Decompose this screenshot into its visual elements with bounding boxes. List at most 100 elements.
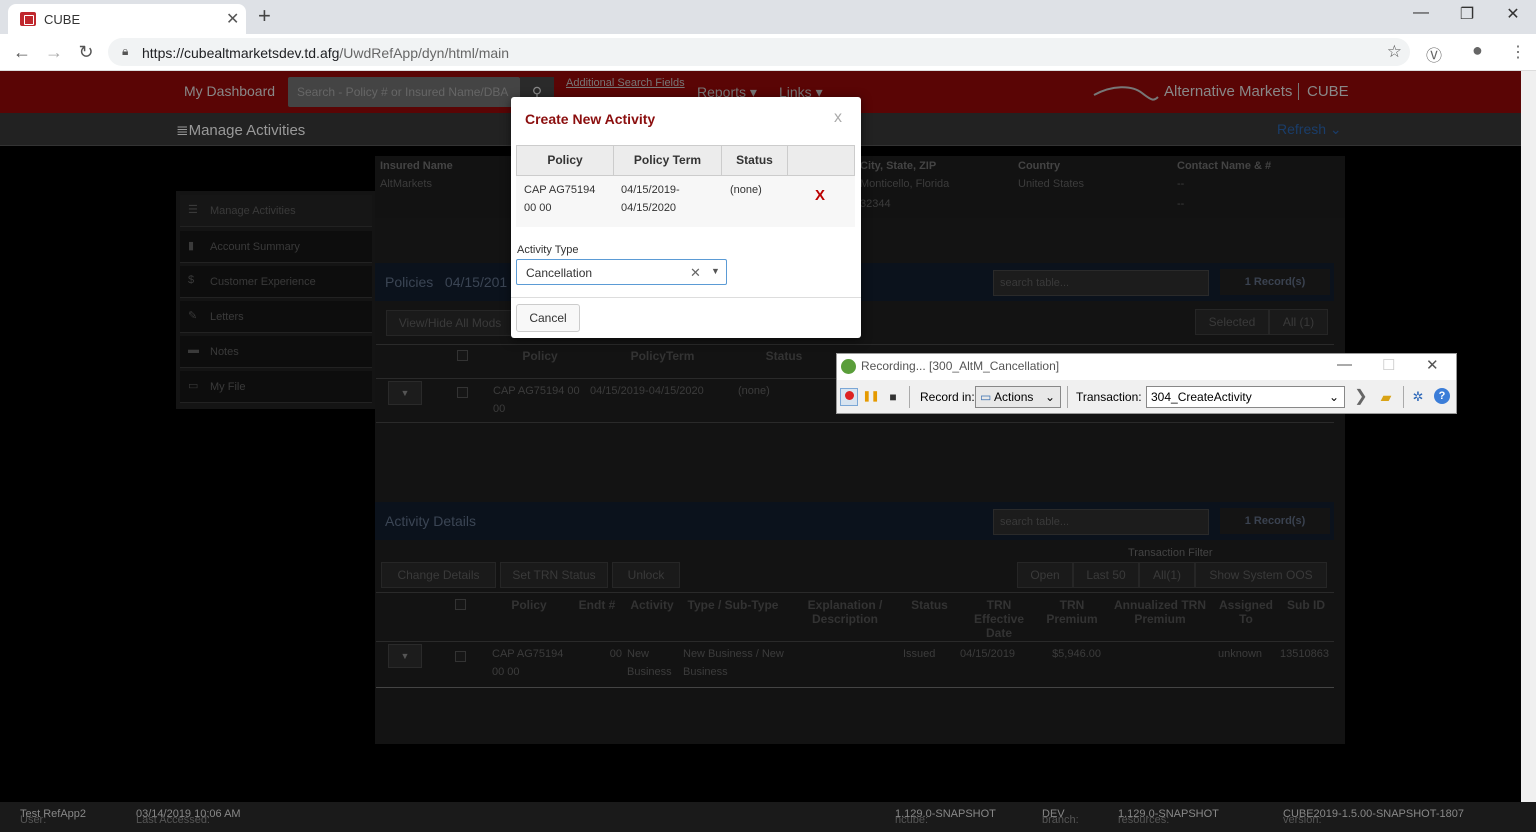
cube-favicon-icon (20, 12, 36, 26)
reload-icon[interactable]: ↻ (74, 42, 98, 63)
show-system-oos-button[interactable]: Show System OOS (1195, 562, 1327, 588)
bookmark-star-icon[interactable]: ☆ (1387, 42, 1402, 62)
sidebar-item-manage-activities[interactable]: ☰ Manage Activities (180, 195, 372, 227)
ncube-version: ncube: 1.129.0-SNAPSHOT (895, 808, 996, 826)
document-icon: ▮ (188, 240, 195, 252)
open-folder-icon[interactable]: ▰ (1377, 388, 1395, 406)
recorder-close-icon[interactable]: ✕ (1426, 356, 1439, 374)
insured-name-header: Insured Name (380, 160, 453, 172)
activity-row-checkbox[interactable] (455, 651, 466, 662)
policy-search-input[interactable]: Search - Policy # or Insured Name/DBA (288, 77, 520, 107)
pause-icon[interactable]: ❚❚ (862, 388, 880, 406)
browser-tab[interactable]: CUBE ✕ (8, 4, 246, 34)
policy-row-checkbox[interactable] (457, 387, 468, 398)
address-bar-row: ← → ↻ 🔒︎ https://cubealtmarketsdev.td.af… (0, 34, 1536, 71)
sidebar-item-label: My File (210, 381, 246, 393)
filter-all-activity-button[interactable]: All(1) (1139, 562, 1195, 588)
select-all-policies-checkbox[interactable] (457, 350, 468, 361)
cancel-button[interactable]: Cancel (516, 304, 580, 332)
activity-status: Issued (903, 648, 936, 660)
additional-search-link[interactable]: Additional Search Fields (566, 77, 685, 89)
record-icon[interactable] (840, 388, 858, 406)
page-scrollbar[interactable] (1521, 71, 1536, 802)
select-all-activity-checkbox[interactable] (455, 599, 466, 610)
sidebar: ☰ Manage Activities ▮ Account Summary $ … (176, 191, 376, 409)
refresh-button[interactable]: Refresh ⌄ (1277, 121, 1342, 138)
remove-policy-button[interactable]: X (815, 187, 825, 204)
policies-search-input[interactable]: search table... (993, 270, 1209, 296)
col-trn-premium: TRN Premium (1046, 598, 1098, 626)
activity-search-input[interactable]: search table... (993, 509, 1209, 535)
brand-swoosh-icon (1093, 86, 1159, 101)
sidebar-item-label: Letters (210, 311, 244, 323)
col-policy: Policy (516, 145, 614, 176)
url-host: https://cubealtmarketsdev.td.afg (142, 45, 340, 61)
col-remove (787, 145, 855, 176)
restore-icon[interactable]: ❐ (1444, 4, 1490, 24)
recorder-toolbar: ❚❚ ■ Record in: ▭ Actions ⌄ Transaction: … (837, 382, 1456, 412)
sidebar-item-customer-experience[interactable]: $ Customer Experience (180, 266, 372, 298)
sidebar-item-my-file[interactable]: ▭ My File (180, 371, 372, 403)
modal-policy-status: (none) (730, 184, 762, 196)
close-window-icon[interactable]: ✕ (1490, 4, 1536, 24)
list-icon: ☰ (188, 204, 198, 216)
modal-policy-number: CAP AG75194 00 00 (524, 184, 596, 214)
filter-last50-button[interactable]: Last 50 (1073, 562, 1139, 588)
sidebar-item-account-summary[interactable]: ▮ Account Summary (180, 231, 372, 263)
tab-close-icon[interactable]: ✕ (226, 9, 239, 29)
view-hide-mods-button[interactable]: View/Hide All Mods (386, 310, 514, 336)
transaction-select[interactable]: 304_CreateActivity ⌄ (1146, 386, 1345, 408)
recorder-maximize-icon[interactable]: ☐ (1382, 356, 1395, 374)
divider (376, 687, 1334, 688)
extension-icon[interactable]: Ⓥ (1426, 42, 1442, 66)
activity-type-value: Cancellation (526, 266, 593, 280)
activity-row-caret-icon[interactable]: ▼ (388, 644, 422, 668)
sidebar-item-notes[interactable]: ▬ Notes (180, 336, 372, 368)
contact-header: Contact Name & # (1177, 160, 1272, 172)
lock-icon: 🔒︎ (122, 44, 129, 58)
forward-icon[interactable]: → (42, 42, 66, 63)
col-status: Status (911, 598, 948, 612)
activity-premium: $5,946.00 (1052, 648, 1101, 660)
browser-menu-icon[interactable]: ⋮ (1510, 42, 1526, 62)
minimize-icon[interactable]: — (1398, 4, 1444, 22)
my-dashboard-link[interactable]: My Dashboard (184, 83, 275, 99)
back-icon[interactable]: ← (10, 42, 34, 63)
activity-subtype: New Business / New Business (683, 648, 784, 678)
insured-city: Monticello, Florida (860, 178, 950, 190)
recorder-minimize-icon[interactable]: — (1337, 356, 1352, 373)
col-activity: Activity (630, 598, 674, 612)
activity-type-select[interactable]: Cancellation ✕ ▼ (516, 259, 727, 285)
help-icon[interactable]: ? (1434, 388, 1450, 404)
filter-selected-button[interactable]: Selected (1195, 309, 1269, 335)
filter-all-button[interactable]: All (1) (1269, 309, 1328, 335)
col-type: Type / Sub-Type (687, 598, 779, 612)
chevron-down-icon[interactable]: ▼ (711, 266, 720, 276)
app-version: version: CUBE2019-1.5.00-SNAPSHOT-1807 (1283, 808, 1464, 826)
set-trn-status-button[interactable]: Set TRN Status (500, 562, 608, 588)
insured-zip: 32344 (860, 198, 891, 210)
unlock-button[interactable]: Unlock (612, 562, 680, 588)
stop-icon[interactable]: ■ (884, 388, 902, 406)
browser-tab-bar: CUBE ✕ + — ❐ ✕ (0, 0, 1536, 34)
activity-details-title: Activity Details (385, 513, 477, 529)
new-tab-icon[interactable]: + (258, 3, 271, 29)
sidebar-item-letters[interactable]: ✎ Letters (180, 301, 372, 333)
activity-assigned: unknown (1218, 648, 1263, 660)
insured-country: United States (1018, 178, 1085, 190)
clear-selection-icon[interactable]: ✕ (690, 265, 701, 281)
policy-status: (none) (738, 385, 770, 397)
recorder-titlebar[interactable]: Recording... [300_AltM_Cancellation] — ☐… (837, 354, 1456, 380)
dialog-close-icon[interactable]: x (834, 109, 842, 127)
row-actions-caret-icon[interactable]: ▼ (388, 381, 422, 405)
record-in-select[interactable]: ▭ Actions ⌄ (975, 386, 1061, 408)
url-field[interactable]: 🔒︎ https://cubealtmarketsdev.td.afg/UwdR… (108, 38, 1410, 66)
collapse-icon[interactable]: ✲ (1409, 388, 1427, 406)
profile-icon[interactable]: ● (1472, 40, 1483, 61)
page-title: ≣Manage Activities (176, 122, 306, 139)
filter-open-button[interactable]: Open (1017, 562, 1073, 588)
selected-policy-table: Policy Policy Term Status CAP AG75194 00 … (516, 145, 855, 227)
toolbar-separator (1403, 386, 1404, 408)
go-arrow-icon[interactable]: ❯ (1352, 388, 1370, 406)
change-details-button[interactable]: Change Details (381, 562, 496, 588)
